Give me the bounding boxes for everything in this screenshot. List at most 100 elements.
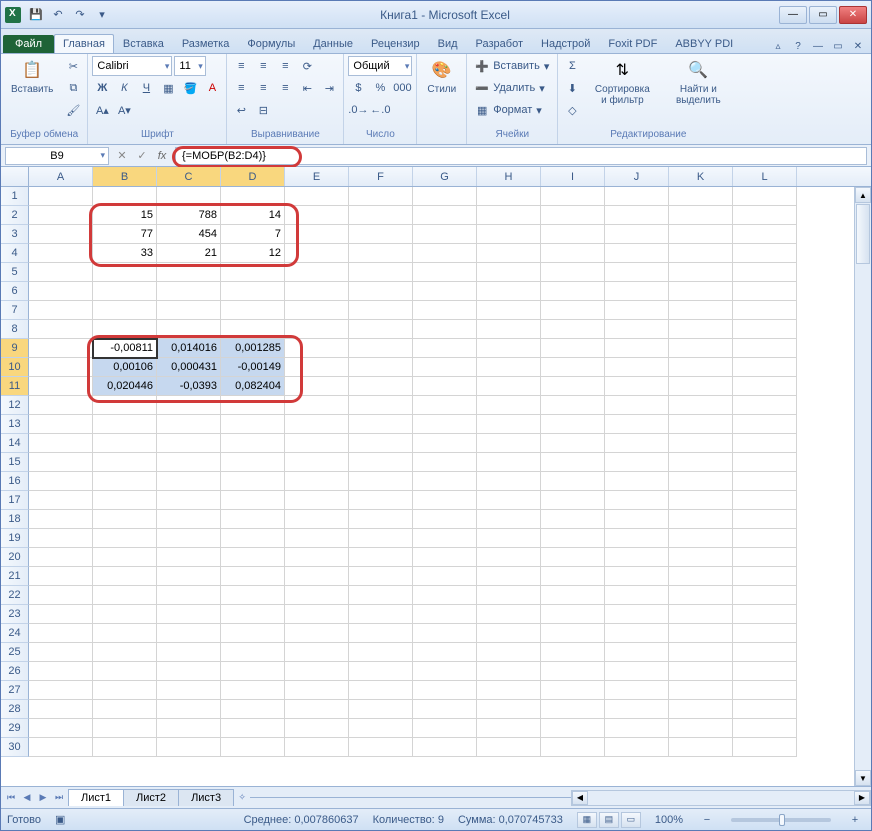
cell-C24[interactable] <box>157 624 221 643</box>
sheet-prev-button[interactable]: ◀ <box>19 790 35 806</box>
cell-L13[interactable] <box>733 415 797 434</box>
zoom-in-button[interactable]: + <box>845 810 865 830</box>
doc-restore-icon[interactable]: ▭ <box>831 39 845 53</box>
cell-J7[interactable] <box>605 301 669 320</box>
cell-L7[interactable] <box>733 301 797 320</box>
cell-K29[interactable] <box>669 719 733 738</box>
cell-K24[interactable] <box>669 624 733 643</box>
cell-F13[interactable] <box>349 415 413 434</box>
cell-D27[interactable] <box>221 681 285 700</box>
cell-I21[interactable] <box>541 567 605 586</box>
select-all-corner[interactable] <box>1 167 29 186</box>
cell-C27[interactable] <box>157 681 221 700</box>
font-color-button[interactable]: A <box>202 78 222 98</box>
cell-D23[interactable] <box>221 605 285 624</box>
cell-F14[interactable] <box>349 434 413 453</box>
styles-button[interactable]: 🎨 Стили <box>421 56 462 97</box>
view-normal-button[interactable]: ▦ <box>577 812 597 828</box>
cell-C9[interactable]: 0,014016 <box>157 339 221 358</box>
align-top-button[interactable]: ≡ <box>231 56 251 76</box>
grow-font-button[interactable]: A▴ <box>92 100 112 120</box>
autosum-button[interactable]: Σ <box>562 56 582 76</box>
cell-A11[interactable] <box>29 377 93 396</box>
cell-D30[interactable] <box>221 738 285 757</box>
italic-button[interactable]: К <box>114 78 134 98</box>
cell-H22[interactable] <box>477 586 541 605</box>
cell-D1[interactable] <box>221 187 285 206</box>
cell-H14[interactable] <box>477 434 541 453</box>
cell-B25[interactable] <box>93 643 157 662</box>
cell-B24[interactable] <box>93 624 157 643</box>
cell-J4[interactable] <box>605 244 669 263</box>
fx-icon[interactable]: fx <box>153 147 171 165</box>
row-header-4[interactable]: 4 <box>1 244 29 263</box>
tab-review[interactable]: Рецензир <box>362 34 429 53</box>
help-icon[interactable]: ? <box>791 39 805 53</box>
cell-J25[interactable] <box>605 643 669 662</box>
cell-G13[interactable] <box>413 415 477 434</box>
cell-G12[interactable] <box>413 396 477 415</box>
row-header-24[interactable]: 24 <box>1 624 29 643</box>
zoom-level[interactable]: 100% <box>655 814 683 826</box>
cell-I7[interactable] <box>541 301 605 320</box>
cell-K20[interactable] <box>669 548 733 567</box>
font-name-combo[interactable]: Calibri <box>92 56 172 76</box>
tab-home[interactable]: Главная <box>54 34 114 53</box>
cell-J11[interactable] <box>605 377 669 396</box>
file-tab[interactable]: Файл <box>3 35 54 53</box>
cell-B14[interactable] <box>93 434 157 453</box>
cell-I18[interactable] <box>541 510 605 529</box>
cell-J2[interactable] <box>605 206 669 225</box>
cell-J27[interactable] <box>605 681 669 700</box>
cell-L15[interactable] <box>733 453 797 472</box>
cell-C13[interactable] <box>157 415 221 434</box>
cell-D5[interactable] <box>221 263 285 282</box>
cell-G30[interactable] <box>413 738 477 757</box>
cell-G7[interactable] <box>413 301 477 320</box>
cell-F28[interactable] <box>349 700 413 719</box>
cell-A27[interactable] <box>29 681 93 700</box>
cell-C5[interactable] <box>157 263 221 282</box>
cell-K19[interactable] <box>669 529 733 548</box>
cell-C25[interactable] <box>157 643 221 662</box>
cell-E22[interactable] <box>285 586 349 605</box>
close-button[interactable]: ✕ <box>839 6 867 24</box>
cell-H26[interactable] <box>477 662 541 681</box>
cell-K27[interactable] <box>669 681 733 700</box>
wrap-text-button[interactable]: ↩ <box>231 100 251 120</box>
cell-B21[interactable] <box>93 567 157 586</box>
cell-J14[interactable] <box>605 434 669 453</box>
column-header-K[interactable]: K <box>669 167 733 186</box>
cell-K21[interactable] <box>669 567 733 586</box>
number-format-combo[interactable]: Общий <box>348 56 412 76</box>
cell-G14[interactable] <box>413 434 477 453</box>
cell-B13[interactable] <box>93 415 157 434</box>
cell-B30[interactable] <box>93 738 157 757</box>
cell-K30[interactable] <box>669 738 733 757</box>
cell-F22[interactable] <box>349 586 413 605</box>
indent-dec-button[interactable]: ⇤ <box>297 78 317 98</box>
cell-D25[interactable] <box>221 643 285 662</box>
column-header-C[interactable]: C <box>157 167 221 186</box>
underline-button[interactable]: Ч <box>136 78 156 98</box>
cell-A6[interactable] <box>29 282 93 301</box>
sheet-next-button[interactable]: ▶ <box>35 790 51 806</box>
cell-B29[interactable] <box>93 719 157 738</box>
cell-F18[interactable] <box>349 510 413 529</box>
cell-E20[interactable] <box>285 548 349 567</box>
font-size-combo[interactable]: 11 <box>174 56 205 76</box>
cell-C15[interactable] <box>157 453 221 472</box>
cell-B5[interactable] <box>93 263 157 282</box>
cell-K14[interactable] <box>669 434 733 453</box>
row-header-1[interactable]: 1 <box>1 187 29 206</box>
cell-L20[interactable] <box>733 548 797 567</box>
row-header-30[interactable]: 30 <box>1 738 29 757</box>
cell-L6[interactable] <box>733 282 797 301</box>
cell-K3[interactable] <box>669 225 733 244</box>
cell-F7[interactable] <box>349 301 413 320</box>
cell-K9[interactable] <box>669 339 733 358</box>
cell-J16[interactable] <box>605 472 669 491</box>
cell-I15[interactable] <box>541 453 605 472</box>
cell-C21[interactable] <box>157 567 221 586</box>
cell-F29[interactable] <box>349 719 413 738</box>
